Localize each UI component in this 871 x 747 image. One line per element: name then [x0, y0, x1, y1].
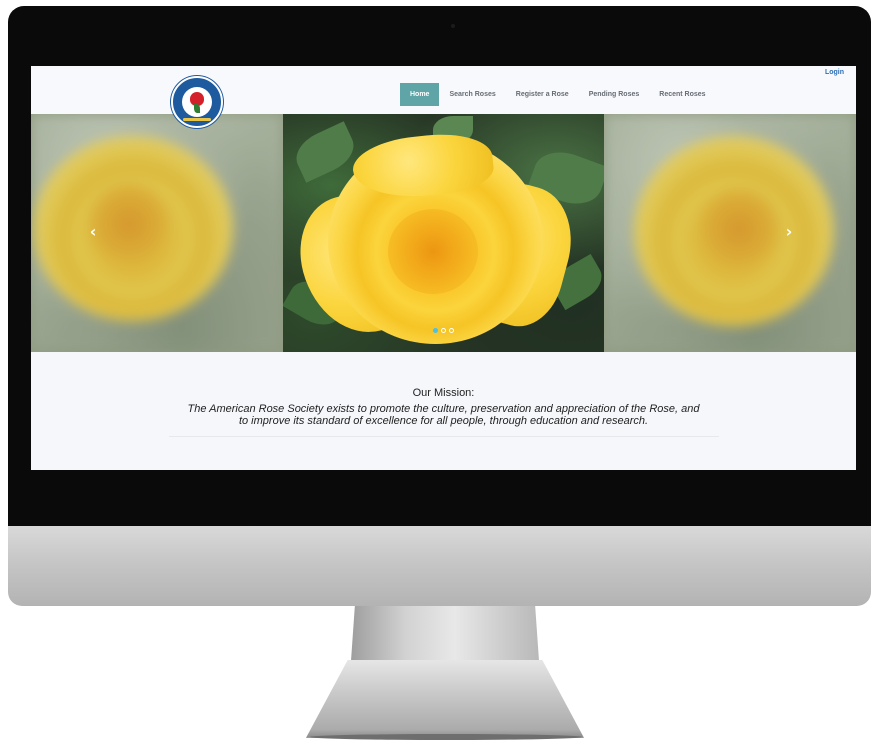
navbar: Home Search Roses Register a Rose Pendin…	[31, 66, 856, 128]
carousel-indicators	[433, 328, 454, 333]
carousel-indicator[interactable]	[449, 328, 454, 333]
nav-register-a-rose[interactable]: Register a Rose	[506, 83, 579, 106]
carousel-slide-prev	[31, 114, 283, 352]
american-rose-society-logo[interactable]	[171, 76, 223, 128]
website-screen: Home Search Roses Register a Rose Pendin…	[31, 66, 856, 470]
chevron-left-icon[interactable]: ‹	[86, 222, 100, 242]
camera-dot	[451, 24, 455, 28]
mission-statement: The American Rose Society exists to prom…	[151, 403, 736, 427]
main-nav: Home Search Roses Register a Rose Pendin…	[400, 83, 716, 106]
monitor-stand-neck	[350, 606, 540, 662]
mission-line-1: The American Rose Society exists to prom…	[187, 403, 700, 415]
carousel-indicator[interactable]	[433, 328, 438, 333]
hero-carousel: ‹ ›	[31, 114, 856, 352]
carousel-indicator[interactable]	[441, 328, 446, 333]
nav-pending-roses[interactable]: Pending Roses	[579, 83, 650, 106]
monitor-stand-base	[306, 660, 584, 738]
carousel-slide-next	[604, 114, 856, 352]
nav-home[interactable]: Home	[400, 83, 440, 106]
chevron-right-icon[interactable]: ›	[782, 222, 796, 242]
mission-line-2: to improve its standard of excellence fo…	[238, 415, 649, 427]
logo-emblem	[182, 87, 212, 117]
carousel-slide-active	[283, 114, 604, 352]
stand-shadow	[310, 734, 582, 740]
divider	[169, 436, 719, 437]
login-link[interactable]: Login	[825, 69, 844, 76]
nav-recent-roses[interactable]: Recent Roses	[649, 83, 715, 106]
leaf-icon	[194, 104, 200, 113]
mission-title: Our Mission:	[412, 387, 475, 399]
nav-search-roses[interactable]: Search Roses	[439, 83, 505, 106]
logo-band	[183, 118, 211, 121]
monitor-chin	[8, 526, 871, 606]
